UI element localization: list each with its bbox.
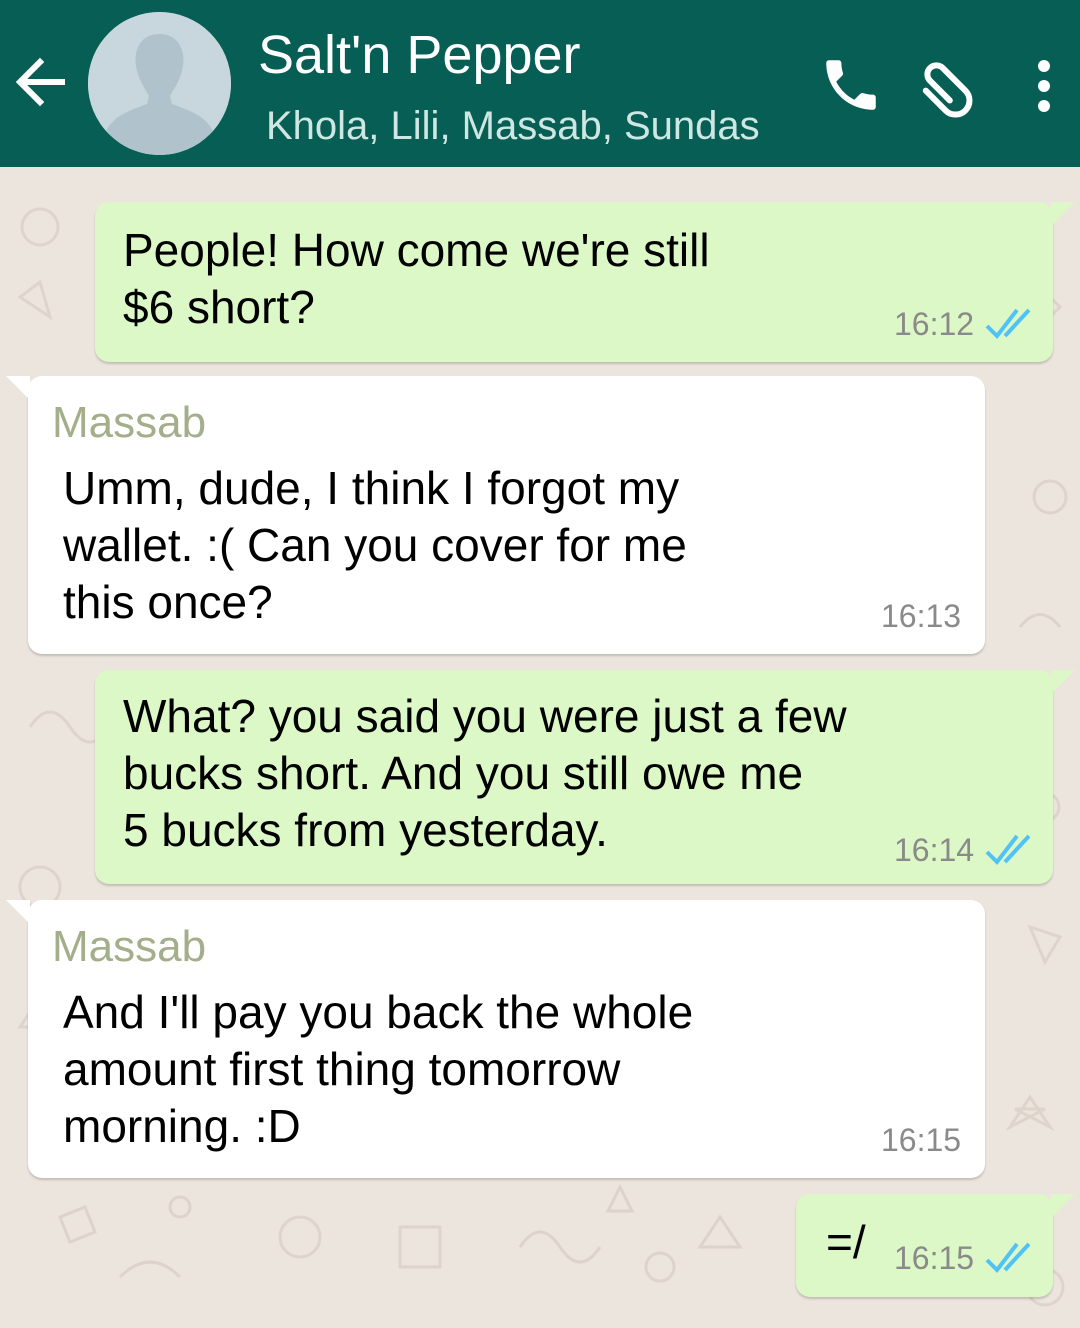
group-members[interactable]: Khola, Lili, Massab, Sundas: [266, 104, 760, 149]
message-bubble-incoming[interactable]: Massab And I'll pay you back the whole a…: [6, 900, 985, 1178]
read-double-check-icon: [985, 308, 1031, 340]
message-text: Umm, dude, I think I forgot my wallet. :…: [63, 462, 687, 628]
message-bubble-incoming[interactable]: Massab Umm, dude, I think I forgot my wa…: [6, 376, 985, 654]
message-time: 16:13: [881, 598, 962, 634]
bubble-tail: [1051, 202, 1075, 226]
message-bubble-outgoing[interactable]: People! How come we're still $6 short? 1…: [95, 202, 1075, 362]
message-time: 16:15: [894, 1240, 975, 1276]
message-text: =/: [826, 1216, 866, 1268]
chat-area[interactable]: People! How come we're still $6 short? 1…: [0, 167, 1080, 1328]
paperclip-icon[interactable]: [912, 50, 982, 120]
read-double-check-icon: [985, 834, 1031, 866]
bubble-tail: [6, 900, 30, 924]
read-double-check-icon: [985, 1242, 1031, 1274]
bubble-tail: [1051, 670, 1075, 694]
message-text: People! How come we're still $6 short?: [123, 224, 710, 333]
message-bubble-outgoing[interactable]: What? you said you were just a few bucks…: [95, 670, 1075, 884]
group-avatar[interactable]: [88, 12, 231, 155]
bubble-tail: [1051, 1194, 1075, 1218]
message-time: 16:12: [894, 306, 975, 342]
back-arrow-icon[interactable]: [12, 52, 68, 112]
message-time: 16:14: [894, 832, 975, 868]
more-vert-icon[interactable]: [1026, 56, 1062, 116]
phone-icon[interactable]: [818, 52, 884, 118]
message-text: What? you said you were just a few bucks…: [123, 690, 847, 856]
sender-name[interactable]: Massab: [52, 398, 206, 448]
message-bubble-outgoing[interactable]: =/ 16:15: [796, 1194, 1075, 1297]
message-time: 16:15: [881, 1122, 962, 1158]
bubble-tail: [6, 376, 30, 400]
message-text: And I'll pay you back the whole amount f…: [63, 986, 694, 1152]
chat-header: Salt'n Pepper Khola, Lili, Massab, Sunda…: [0, 0, 1080, 167]
sender-name[interactable]: Massab: [52, 922, 206, 972]
group-title[interactable]: Salt'n Pepper: [258, 24, 581, 86]
